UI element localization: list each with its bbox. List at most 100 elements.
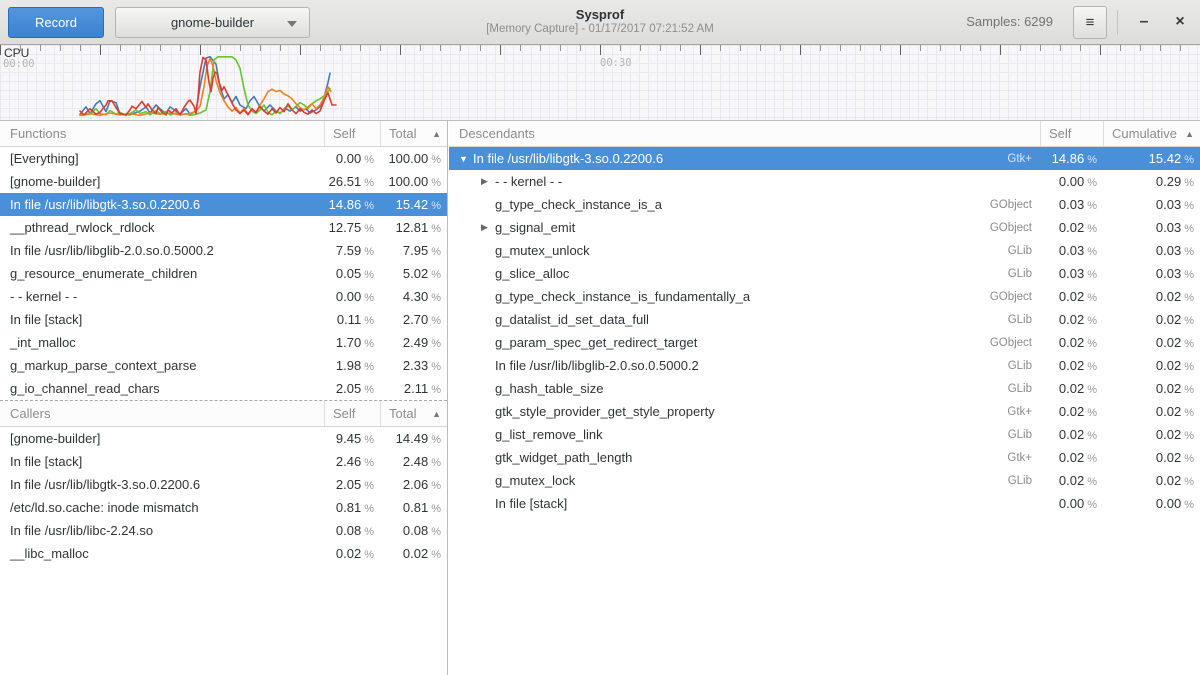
self-value: 7.59%: [324, 243, 380, 258]
tree-row[interactable]: ▶g_signal_emitGObject0.02%0.03%: [449, 216, 1200, 239]
total-value: 14.49%: [380, 431, 447, 446]
self-value: 2.05%: [324, 477, 380, 492]
record-button[interactable]: Record: [8, 7, 104, 38]
percent-sign: %: [364, 200, 374, 212]
expander-closed-icon[interactable]: ▶: [481, 176, 495, 187]
expander-open-icon[interactable]: ▼: [459, 154, 473, 164]
close-icon: ×: [1175, 13, 1184, 30]
library-tag: GLib: [1008, 314, 1040, 326]
self-value: 12.75%: [324, 220, 380, 235]
total-value: 2.06%: [380, 477, 447, 492]
headerbar-separator: [1117, 10, 1118, 35]
tree-row[interactable]: gtk_style_provider_get_style_propertyGtk…: [449, 400, 1200, 423]
minimize-button[interactable]: –: [1128, 6, 1160, 39]
self-value: 0.02%: [1040, 473, 1103, 488]
self-value: 26.51%: [324, 174, 380, 189]
self-value: 0.03%: [1040, 266, 1103, 281]
cpu-timeline-graph[interactable]: CPU 00:00 00:30: [0, 45, 1200, 121]
percent-sign: %: [1184, 476, 1194, 488]
tree-row[interactable]: g_slice_allocGLib0.03%0.03%: [449, 262, 1200, 285]
self-value: 0.02%: [1040, 381, 1103, 396]
close-button[interactable]: ×: [1164, 6, 1196, 39]
function-name: g_markup_parse_context_parse: [0, 358, 324, 373]
callers-self-column-header[interactable]: Self: [324, 401, 380, 426]
expander-closed-icon[interactable]: ▶: [481, 222, 495, 233]
descendants-column-header[interactable]: Descendants: [449, 121, 1040, 146]
total-value: 7.95%: [380, 243, 447, 258]
table-row[interactable]: In file /usr/lib/libc-2.24.so0.08%0.08%: [0, 519, 447, 542]
table-row[interactable]: [Everything]0.00%100.00%: [0, 147, 447, 170]
tree-row[interactable]: g_mutex_unlockGLib0.03%0.03%: [449, 239, 1200, 262]
descendant-name-cell: ▶- - kernel - -: [449, 174, 1040, 189]
table-row[interactable]: __pthread_rwlock_rdlock12.75%12.81%: [0, 216, 447, 239]
percent-sign: %: [431, 246, 441, 258]
library-tag: GLib: [1008, 360, 1040, 372]
percent-sign: %: [364, 480, 374, 492]
function-name: [gnome-builder]: [0, 431, 324, 446]
tree-row[interactable]: g_hash_table_sizeGLib0.02%0.02%: [449, 377, 1200, 400]
percent-sign: %: [431, 154, 441, 166]
menu-button[interactable]: ≡: [1073, 6, 1107, 39]
tree-row[interactable]: ▼In file /usr/lib/libgtk-3.so.0.2200.6Gt…: [449, 147, 1200, 170]
callers-column-header[interactable]: Callers: [0, 401, 324, 426]
tree-row[interactable]: gtk_widget_path_lengthGtk+0.02%0.02%: [449, 446, 1200, 469]
percent-sign: %: [1087, 200, 1097, 212]
tree-row[interactable]: g_datalist_id_set_data_fullGLib0.02%0.02…: [449, 308, 1200, 331]
descendants-self-column-header[interactable]: Self: [1040, 121, 1103, 146]
descendant-name: g_param_spec_get_redirect_target: [495, 335, 697, 350]
table-row[interactable]: In file /usr/lib/libgtk-3.so.0.2200.62.0…: [0, 473, 447, 496]
sort-ascending-icon: ▲: [428, 409, 441, 419]
descendant-name: g_signal_emit: [495, 220, 575, 235]
process-selector-dropdown[interactable]: gnome-builder: [115, 7, 310, 38]
table-row[interactable]: _int_malloc1.70%2.49%: [0, 331, 447, 354]
tree-row[interactable]: g_type_check_instance_is_fundamentally_a…: [449, 285, 1200, 308]
function-name: In file /usr/lib/libgtk-3.so.0.2200.6: [0, 197, 324, 212]
percent-sign: %: [1184, 361, 1194, 373]
functions-column-header[interactable]: Functions: [0, 121, 324, 146]
table-row[interactable]: In file [stack]0.11%2.70%: [0, 308, 447, 331]
cumulative-value: 0.02%: [1103, 450, 1200, 465]
tree-row[interactable]: g_mutex_lockGLib0.02%0.02%: [449, 469, 1200, 492]
callers-table-header: Callers Self Total ▲: [0, 401, 447, 427]
table-row[interactable]: g_resource_enumerate_children0.05%5.02%: [0, 262, 447, 285]
table-row[interactable]: - - kernel - -0.00%4.30%: [0, 285, 447, 308]
percent-sign: %: [1087, 407, 1097, 419]
percent-sign: %: [364, 503, 374, 515]
percent-sign: %: [364, 361, 374, 373]
table-row[interactable]: In file [stack]2.46%2.48%: [0, 450, 447, 473]
library-tag: Gtk+: [1007, 452, 1040, 464]
callers-total-column-header[interactable]: Total ▲: [380, 401, 447, 426]
tree-row[interactable]: In file /usr/lib/libglib-2.0.so.0.5000.2…: [449, 354, 1200, 377]
cumulative-value: 0.02%: [1103, 358, 1200, 373]
table-row[interactable]: __libc_malloc0.02%0.02%: [0, 542, 447, 565]
table-row[interactable]: g_markup_parse_context_parse1.98%2.33%: [0, 354, 447, 377]
tree-row[interactable]: ▶- - kernel - -0.00%0.29%: [449, 170, 1200, 193]
table-row[interactable]: [gnome-builder]9.45%14.49%: [0, 427, 447, 450]
minimize-icon: –: [1140, 13, 1149, 30]
percent-sign: %: [431, 269, 441, 281]
samples-count: Samples: 6299: [966, 14, 1053, 29]
tree-row[interactable]: g_list_remove_linkGLib0.02%0.02%: [449, 423, 1200, 446]
self-value: 0.02%: [1040, 427, 1103, 442]
tree-row[interactable]: In file [stack]0.00%0.00%: [449, 492, 1200, 515]
table-row[interactable]: /etc/ld.so.cache: inode mismatch0.81%0.8…: [0, 496, 447, 519]
descendant-name-cell: g_param_spec_get_redirect_targetGObject: [449, 335, 1040, 350]
function-name: __pthread_rwlock_rdlock: [0, 220, 324, 235]
functions-self-column-header[interactable]: Self: [324, 121, 380, 146]
descendant-name: g_hash_table_size: [495, 381, 603, 396]
table-row[interactable]: [gnome-builder]26.51%100.00%: [0, 170, 447, 193]
tree-row[interactable]: g_param_spec_get_redirect_targetGObject0…: [449, 331, 1200, 354]
descendant-name: g_mutex_lock: [495, 473, 575, 488]
descendant-name: - - kernel - -: [495, 174, 562, 189]
descendants-cumulative-column-header[interactable]: Cumulative ▲: [1103, 121, 1200, 146]
table-row[interactable]: In file /usr/lib/libgtk-3.so.0.2200.614.…: [0, 193, 447, 216]
percent-sign: %: [1087, 269, 1097, 281]
percent-sign: %: [431, 200, 441, 212]
table-row[interactable]: In file /usr/lib/libglib-2.0.so.0.5000.2…: [0, 239, 447, 262]
percent-sign: %: [1184, 292, 1194, 304]
descendant-name-cell: g_mutex_unlockGLib: [449, 243, 1040, 258]
tree-row[interactable]: g_type_check_instance_is_aGObject0.03%0.…: [449, 193, 1200, 216]
functions-total-column-header[interactable]: Total ▲: [380, 121, 447, 146]
percent-sign: %: [431, 549, 441, 561]
table-row[interactable]: g_io_channel_read_chars2.05%2.11%: [0, 377, 447, 400]
